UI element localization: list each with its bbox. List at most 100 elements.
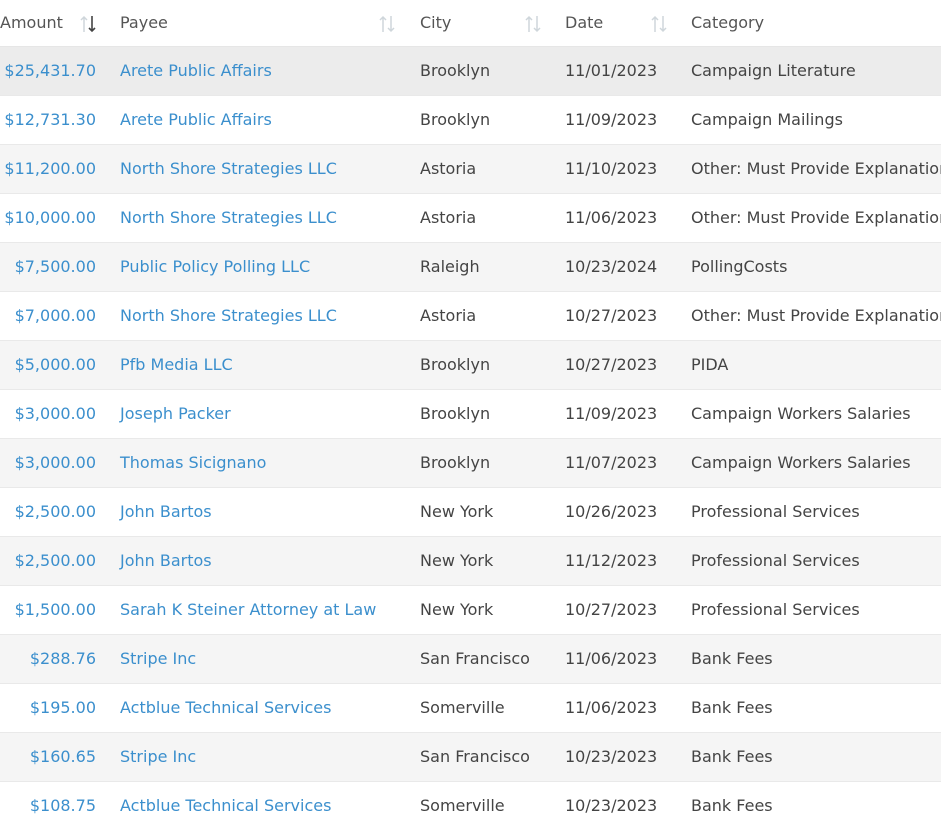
table-row: $7,000.00 North Shore Strategies LLC Astor… (0, 292, 941, 341)
date-cell: 11/09/2023 (565, 110, 658, 129)
table-body: $25,431.70 Arete Public Affairs Brooklyn 11… (0, 47, 941, 823)
table-row: $195.00 Actblue Technical Services Somervi… (0, 684, 941, 733)
date-cell: 10/27/2023 (565, 600, 658, 619)
city-cell: Astoria (420, 208, 477, 227)
date-cell: 10/23/2023 (565, 747, 658, 766)
sort-desc-icon[interactable] (78, 14, 98, 34)
table-header: Amount Payee City Date Category (0, 0, 941, 47)
date-cell: 11/06/2023 (565, 649, 658, 668)
table-row: $3,000.00 Joseph Packer Brooklyn 11/09/2023… (0, 390, 941, 439)
column-header-city[interactable]: City (420, 0, 451, 46)
table-row: $3,000.00 Thomas Sicignano Brooklyn 11/07/2… (0, 439, 941, 488)
amount-link[interactable]: $3,000.00 (15, 439, 96, 487)
column-header-category[interactable]: Category (691, 0, 764, 46)
city-cell: Brooklyn (420, 453, 491, 472)
amount-link[interactable]: $7,500.00 (15, 243, 96, 291)
date-cell: 11/01/2023 (565, 61, 658, 80)
category-cell: Other: Must Provide Explanation (691, 208, 941, 227)
column-header-date[interactable]: Date (565, 0, 603, 46)
category-cell: Bank Fees (691, 747, 773, 766)
payee-link[interactable]: North Shore Strategies LLC (120, 292, 337, 340)
payee-link[interactable]: Pfb Media LLC (120, 341, 233, 389)
city-cell: Brooklyn (420, 355, 491, 374)
table-row: $5,000.00 Pfb Media LLC Brooklyn 10/27/2023… (0, 341, 941, 390)
category-cell: Campaign Mailings (691, 110, 843, 129)
category-cell: Campaign Literature (691, 61, 856, 80)
date-cell: 11/10/2023 (565, 159, 658, 178)
payee-link[interactable]: John Bartos (120, 537, 212, 585)
category-cell: Bank Fees (691, 796, 773, 815)
payee-link[interactable]: Joseph Packer (120, 390, 231, 438)
category-cell: Bank Fees (691, 649, 773, 668)
date-cell: 10/23/2024 (565, 257, 658, 276)
category-cell: Other: Must Provide Explanation (691, 306, 941, 325)
category-cell: Professional Services (691, 600, 860, 619)
city-cell: New York (420, 551, 494, 570)
amount-link[interactable]: $7,000.00 (15, 292, 96, 340)
category-cell: Professional Services (691, 551, 860, 570)
amount-link[interactable]: $12,731.30 (4, 96, 96, 144)
date-cell: 11/06/2023 (565, 698, 658, 717)
city-cell: Astoria (420, 306, 477, 325)
table-row: $288.76 Stripe Inc San Francisco 11/06/2023… (0, 635, 941, 684)
date-cell: 10/27/2023 (565, 355, 658, 374)
amount-link[interactable]: $2,500.00 (15, 488, 96, 536)
date-cell: 11/07/2023 (565, 453, 658, 472)
amount-link[interactable]: $3,000.00 (15, 390, 96, 438)
city-cell: San Francisco (420, 747, 530, 766)
payee-link[interactable]: Stripe Inc (120, 635, 196, 683)
amount-link[interactable]: $11,200.00 (4, 145, 96, 193)
payee-link[interactable]: Stripe Inc (120, 733, 196, 781)
table-row: $25,431.70 Arete Public Affairs Brooklyn 11… (0, 47, 941, 96)
amount-link[interactable]: $1,500.00 (15, 586, 96, 634)
table-row: $7,500.00 Public Policy Polling LLC Raleig… (0, 243, 941, 292)
column-header-amount[interactable]: Amount (0, 0, 63, 46)
city-cell: Astoria (420, 159, 477, 178)
category-cell: PIDA (691, 355, 729, 374)
amount-link[interactable]: $5,000.00 (15, 341, 96, 389)
sort-icon[interactable] (377, 14, 397, 34)
category-cell: Campaign Workers Salaries (691, 404, 911, 423)
column-header-payee[interactable]: Payee (120, 0, 168, 46)
date-cell: 11/06/2023 (565, 208, 658, 227)
amount-link[interactable]: $2,500.00 (15, 537, 96, 585)
table-row: $10,000.00 North Shore Strategies LLC Asto… (0, 194, 941, 243)
date-cell: 10/26/2023 (565, 502, 658, 521)
date-cell: 10/23/2023 (565, 796, 658, 815)
payee-link[interactable]: North Shore Strategies LLC (120, 194, 337, 242)
city-cell: San Francisco (420, 649, 530, 668)
payee-link[interactable]: Actblue Technical Services (120, 684, 331, 732)
city-cell: Brooklyn (420, 61, 491, 80)
category-cell: Bank Fees (691, 698, 773, 717)
table-row: $2,500.00 John Bartos New York 10/26/2023 Pr… (0, 488, 941, 537)
payee-link[interactable]: Thomas Sicignano (120, 439, 266, 487)
date-cell: 11/09/2023 (565, 404, 658, 423)
sort-icon[interactable] (523, 14, 543, 34)
payee-link[interactable]: Sarah K Steiner Attorney at Law (120, 586, 376, 634)
city-cell: Raleigh (420, 257, 480, 276)
payee-link[interactable]: John Bartos (120, 488, 212, 536)
amount-link[interactable]: $10,000.00 (4, 194, 96, 242)
payee-link[interactable]: Arete Public Affairs (120, 96, 272, 144)
city-cell: Somerville (420, 698, 505, 717)
date-cell: 11/12/2023 (565, 551, 658, 570)
sort-icon[interactable] (649, 14, 669, 34)
table-row: $2,500.00 John Bartos New York 11/12/2023 Pr… (0, 537, 941, 586)
category-cell: Professional Services (691, 502, 860, 521)
city-cell: Somerville (420, 796, 505, 815)
amount-link[interactable]: $288.76 (30, 635, 96, 683)
table-row: $108.75 Actblue Technical Services Somervi… (0, 782, 941, 823)
city-cell: Brooklyn (420, 110, 491, 129)
payee-link[interactable]: Actblue Technical Services (120, 782, 331, 823)
amount-link[interactable]: $195.00 (30, 684, 96, 732)
amount-link[interactable]: $25,431.70 (4, 47, 96, 95)
payee-link[interactable]: Arete Public Affairs (120, 47, 272, 95)
payee-link[interactable]: Public Policy Polling LLC (120, 243, 310, 291)
payee-link[interactable]: North Shore Strategies LLC (120, 145, 337, 193)
city-cell: Brooklyn (420, 404, 491, 423)
city-cell: New York (420, 600, 494, 619)
amount-link[interactable]: $160.65 (30, 733, 96, 781)
amount-link[interactable]: $108.75 (30, 782, 96, 823)
category-cell: Other: Must Provide Explanation (691, 159, 941, 178)
expenditures-table: Amount Payee City Date Category $25,431.… (0, 0, 941, 823)
